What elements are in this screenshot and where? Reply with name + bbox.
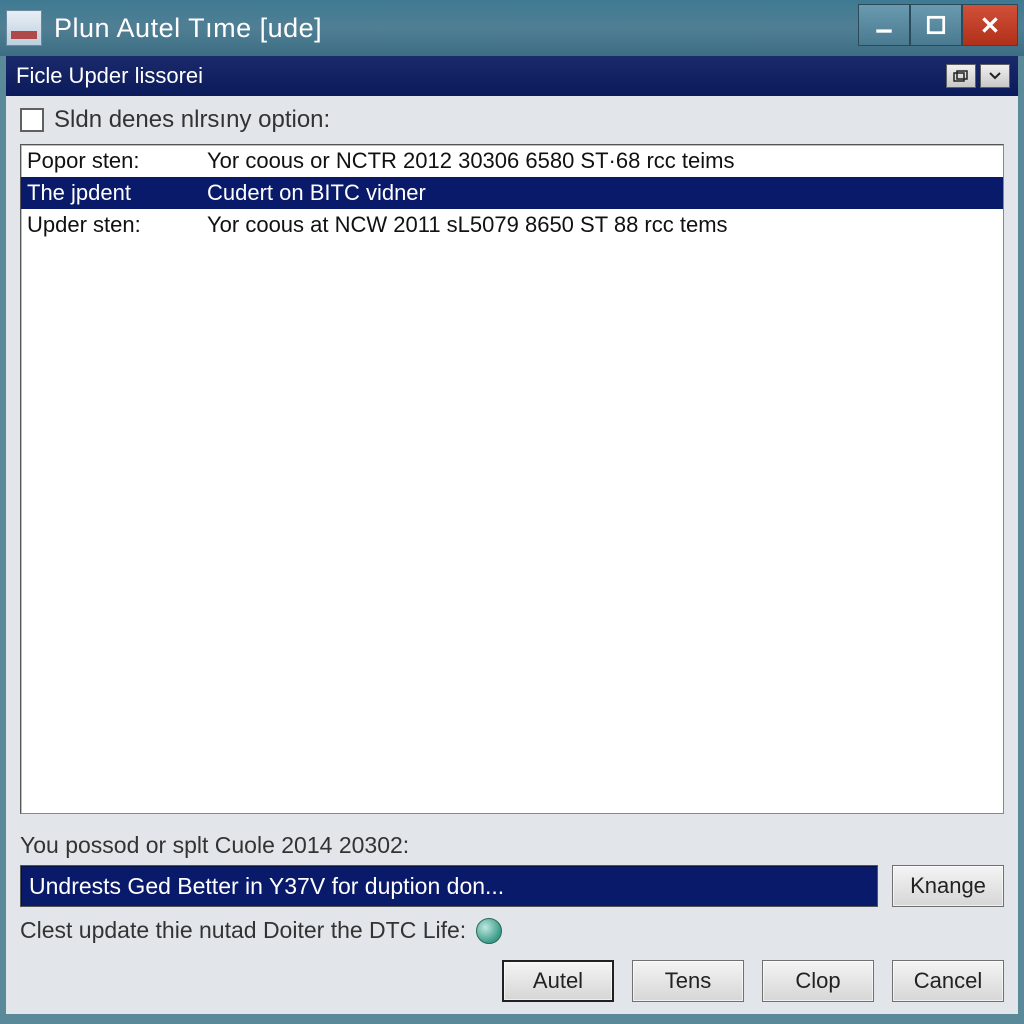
knange-button[interactable]: Knange	[892, 865, 1004, 907]
path-field[interactable]: Undrests Ged Better in Y37V for duption …	[20, 865, 878, 907]
maximize-button[interactable]	[910, 4, 962, 46]
option-checkbox-label: Sldn denes nlrsıny option:	[54, 106, 330, 134]
close-icon	[979, 14, 1001, 36]
dialog-body: Sldn denes nlrsıny option: Popor sten: Y…	[6, 96, 1018, 1014]
option-checkbox[interactable]	[20, 108, 44, 132]
client-area: Ficle Upder lissorei Sldn denes nlrsıny …	[0, 56, 1024, 1020]
window-controls	[858, 4, 1018, 46]
subheader-title: Ficle Upder lissorei	[16, 63, 946, 89]
action-buttons: Autel Tens Clop Cancel	[20, 960, 1004, 1002]
subheader-dropdown-button[interactable]	[980, 64, 1010, 88]
subheader-restore-button[interactable]	[946, 64, 976, 88]
list-item-value: Yor coous at NCW 2011 sL5079 8650 ST 88 …	[207, 209, 997, 241]
minimize-button[interactable]	[858, 4, 910, 46]
clest-row: Clest update thie nutad Doiter the DTC L…	[20, 917, 1004, 944]
list-item[interactable]: Popor sten: Yor coous or NCTR 2012 30306…	[21, 145, 1003, 177]
option-checkbox-row: Sldn denes nlrsıny option:	[20, 106, 1004, 134]
app-icon	[6, 10, 42, 46]
list-item[interactable]: Upder sten: Yor coous at NCW 2011 sL5079…	[21, 209, 1003, 241]
list-item-label: The jpdent	[27, 177, 207, 209]
list-item-label: Popor sten:	[27, 145, 207, 177]
subheader-controls	[946, 64, 1010, 88]
autel-button[interactable]: Autel	[502, 960, 614, 1002]
window-title: Plun Autel Tıme [ude]	[54, 13, 858, 44]
chevron-down-icon	[989, 72, 1001, 80]
restore-icon	[953, 70, 969, 82]
subheader: Ficle Upder lissorei	[6, 56, 1018, 96]
list-item-label: Upder sten:	[27, 209, 207, 241]
cancel-button[interactable]: Cancel	[892, 960, 1004, 1002]
path-row: Undrests Ged Better in Y37V for duption …	[20, 865, 1004, 907]
list-item-value: Yor coous or NCTR 2012 30306 6580 ST·68 …	[207, 145, 997, 177]
close-button[interactable]	[962, 4, 1018, 46]
status-text: You possod or splt Cuole 2014 20302:	[20, 832, 1004, 859]
globe-icon	[476, 918, 502, 944]
minimize-icon	[873, 14, 895, 36]
tens-button[interactable]: Tens	[632, 960, 744, 1002]
titlebar: Plun Autel Tıme [ude]	[0, 0, 1024, 56]
maximize-icon	[925, 14, 947, 36]
list-item-value: Cudert on BITC vidner	[207, 177, 997, 209]
clest-label: Clest update thie nutad Doiter the DTC L…	[20, 917, 466, 944]
clop-button[interactable]: Clop	[762, 960, 874, 1002]
listbox[interactable]: Popor sten: Yor coous or NCTR 2012 30306…	[20, 144, 1004, 814]
main-window: Plun Autel Tıme [ude] Ficle Upder lissor…	[0, 0, 1024, 1020]
list-item[interactable]: The jpdent Cudert on BITC vidner	[21, 177, 1003, 209]
